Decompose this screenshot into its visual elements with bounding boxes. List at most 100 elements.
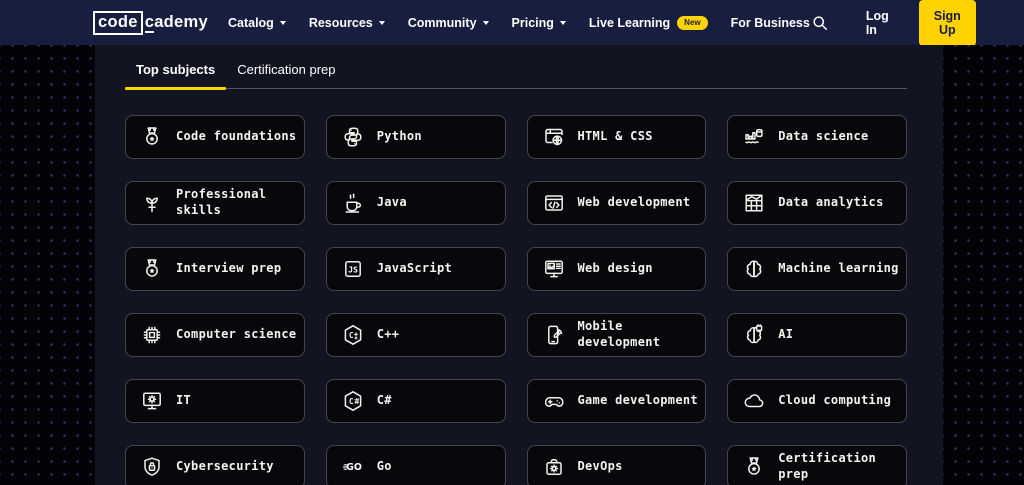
caret-down-icon [482,20,489,25]
table-chart-icon [742,191,766,215]
coffee-cup-icon [341,191,365,215]
subject-card-label: C++ [376,327,400,342]
caret-down-icon [378,20,385,25]
subject-card-mobile-development[interactable]: Mobile development [526,313,707,357]
subject-card-go[interactable]: GO Go [325,445,506,485]
subject-card-devops[interactable]: DevOps [526,445,707,485]
subject-card-label: Interview prep [176,261,282,276]
subject-card-label: C# [376,393,392,408]
top-navbar: code cademy Catalog Resources Community Pric… [0,0,1024,46]
subject-card-data-analytics[interactable]: Data analytics [727,181,907,225]
codecademy-homepage: code cademy Catalog Resources Community Pric… [0,0,1024,485]
subject-card-label: DevOps [577,459,623,474]
subject-card-interview-prep[interactable]: Interview prep [125,247,305,291]
subject-card-label: Web development [577,195,691,210]
medal-icon [140,125,164,149]
subject-card-web-design[interactable]: Web design [526,247,707,291]
shield-lock-icon [140,455,164,479]
subject-card-label: AI [778,327,794,342]
csharp-hexagon-icon: C [341,389,365,413]
right-dot-gutter [943,45,1024,485]
subject-card-label: Computer science [176,327,297,342]
codecademy-logo[interactable]: code cademy [93,10,208,35]
subject-card-ai[interactable]: AI [727,313,907,357]
navbar-right-group: Log In Sign Up [810,0,976,46]
nav-item-pricing[interactable]: Pricing [512,16,566,30]
svg-text:GO: GO [346,462,362,473]
subject-card-machine-learning[interactable]: Machine learning [727,247,907,291]
subject-card-game-development[interactable]: Game development [526,379,707,423]
subject-card-javascript[interactable]: JS JavaScript [325,247,506,291]
subject-card-label: Mobile development [577,319,661,349]
chip-icon [140,323,164,347]
subject-card-data-science[interactable]: Data science [727,115,907,159]
new-badge: New [677,15,708,30]
subject-card-c[interactable]: C C++ [325,313,506,357]
subject-card-java[interactable]: Java [325,181,506,225]
chart-database-icon [742,125,766,149]
nav-item-label: Resources [308,15,373,30]
subject-card-certification-prep[interactable]: Certification prep [727,445,907,485]
subject-card-html-css[interactable]: HTML & CSS [526,115,707,159]
subject-card-label: Game development [577,393,698,408]
subject-card-label: HTML & CSS [577,129,653,144]
toolbox-gear-icon [542,455,566,479]
nav-item-community[interactable]: Community [408,16,489,30]
svg-text:C: C [349,397,354,406]
subject-card-label: Certification prep [778,451,877,481]
python-icon [341,125,365,149]
brain-icon [742,257,766,281]
nav-item-label: Live Learning [588,15,671,30]
browser-globe-icon [542,125,566,149]
logo-cursor-letter: c [144,12,155,33]
search-icon[interactable] [810,13,830,33]
subject-card-it[interactable]: IT [125,379,305,423]
left-dot-gutter [0,45,95,485]
login-link[interactable]: Log In [866,9,889,37]
gamepad-icon [542,389,566,413]
subject-card-label: Data science [778,129,869,144]
subject-card-cloud-computing[interactable]: Cloud computing [727,379,907,423]
subjects-grid: Code foundations Python HTML & CSS Data sci… [125,115,907,485]
go-logo-icon: GO [341,455,365,479]
tab-certification-prep[interactable]: Certification prep [226,55,346,88]
subject-card-computer-science[interactable]: Computer science [125,313,305,357]
logo-boxed-text: code [93,10,143,35]
cpp-hexagon-icon: C [341,323,365,347]
logo-rest-text: cademy [144,12,208,33]
subject-card-web-development[interactable]: Web development [526,181,707,225]
nav-item-label: Catalog [227,15,274,30]
nav-item-resources[interactable]: Resources [309,16,385,30]
subject-card-label: Web design [577,261,653,276]
signup-button[interactable]: Sign Up [918,0,976,46]
subjects-panel: Top subjects Certification prep Code foun… [95,45,943,485]
subject-card-cybersecurity[interactable]: Cybersecurity [125,445,305,485]
subject-card-c[interactable]: C C# [325,379,506,423]
caret-down-icon [559,20,566,25]
subject-card-code-foundations[interactable]: Code foundations [125,115,305,159]
monitor-gear-icon [140,389,164,413]
subject-card-label: Python [376,129,422,144]
nav-item-catalog[interactable]: Catalog [228,16,286,30]
subject-card-python[interactable]: Python [325,115,506,159]
nav-item-for-business[interactable]: For Business [731,16,810,30]
subject-card-label: Data analytics [778,195,884,210]
tab-top-subjects[interactable]: Top subjects [125,55,227,90]
subject-card-label: Cybersecurity [176,459,274,474]
medal-star-icon [140,257,164,281]
subject-card-professional-skills[interactable]: Professional skills [125,181,305,225]
nav-item-label: For Business [730,15,810,30]
ai-chip-icon [742,323,766,347]
subject-card-label: Go [376,459,392,474]
cloud-icon [742,389,766,413]
monitor-image-icon [542,257,566,281]
nav-item-label: Pricing [511,15,554,30]
browser-code-icon [542,191,566,215]
js-badge-icon: JS [341,257,365,281]
plant-icon [140,191,164,215]
nav-item-live-learning[interactable]: Live Learning New [588,15,708,30]
subject-card-label: JavaScript [376,261,452,276]
subject-card-label: Code foundations [176,129,297,144]
subject-card-label: Professional skills [176,187,267,217]
subject-card-label: Machine learning [778,261,899,276]
